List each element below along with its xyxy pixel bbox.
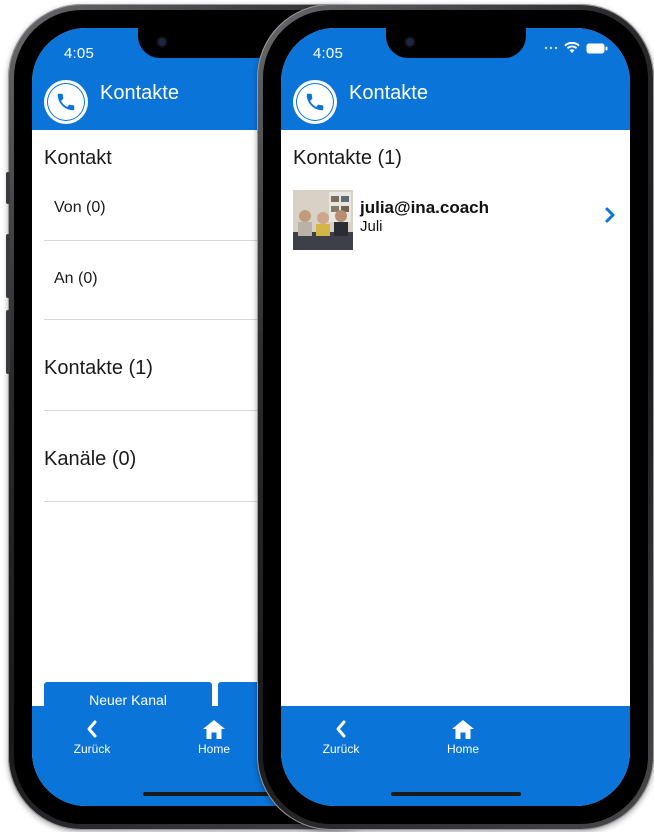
volume-down-button [6, 310, 10, 374]
notch [385, 28, 526, 58]
contact-email: julia@ina.coach [360, 198, 490, 217]
home-indicator [390, 792, 521, 796]
avatar-photo [293, 190, 353, 250]
front-phone-frame: 4:05 Kontakte Kontakte (1) julia@ina.coa… [257, 4, 654, 830]
camera-icon [405, 38, 414, 46]
menu-item-kontakte[interactable]: Kontakte (1) [44, 357, 153, 380]
section-kontakt: Kontakt [44, 147, 112, 169]
home-icon [452, 720, 474, 739]
mute-switch [6, 172, 10, 204]
contacts-section-title: Kontakte (1) [293, 147, 402, 169]
camera-icon [158, 38, 166, 46]
home-indicator [143, 792, 273, 796]
signal-dots-icon [544, 46, 558, 50]
wifi-icon [564, 42, 580, 53]
phone-icon[interactable] [44, 80, 88, 124]
home-tab-label: Home [197, 742, 230, 756]
home-tab[interactable]: Home [433, 718, 493, 756]
chevron-left-icon [336, 720, 346, 738]
back-tab[interactable]: Zurück [62, 718, 122, 756]
status-time: 4:05 [64, 45, 94, 62]
home-tab[interactable]: Home [184, 718, 244, 756]
battery-icon [586, 43, 608, 53]
status-time: 4:05 [313, 45, 343, 62]
contact-list-item[interactable]: julia@ina.coach Juli [293, 188, 618, 252]
notch [138, 28, 278, 58]
contacts-list: Kontakte (1) julia@ina.coach Juli [281, 130, 630, 806]
avatar [293, 190, 353, 250]
app-header: 4:05 Kontakte [281, 28, 630, 130]
menu-item-an[interactable]: An (0) [54, 270, 98, 288]
page-title: Kontakte [349, 82, 428, 104]
tab-bar: Zurück Home [281, 706, 630, 806]
chevron-left-icon [87, 720, 97, 738]
phone-icon[interactable] [293, 80, 337, 124]
back-tab-label: Zurück [73, 742, 111, 756]
bezel: 4:05 Kontakte Kontakte (1) julia@ina.coa… [263, 10, 648, 824]
menu-item-von[interactable]: Von (0) [54, 199, 106, 217]
menu-item-kanaele[interactable]: Kanäle (0) [44, 448, 136, 471]
page-title: Kontakte [100, 82, 179, 104]
contact-display-name: Juli [360, 218, 383, 235]
volume-up-button [6, 234, 10, 298]
status-icons [544, 42, 608, 54]
front-phone-screen: 4:05 Kontakte Kontakte (1) julia@ina.coa… [281, 28, 630, 806]
home-icon [203, 720, 225, 739]
back-tab-label: Zurück [322, 742, 360, 756]
back-tab[interactable]: Zurück [311, 718, 371, 756]
chevron-right-icon[interactable] [604, 206, 616, 224]
home-tab-label: Home [446, 742, 479, 756]
